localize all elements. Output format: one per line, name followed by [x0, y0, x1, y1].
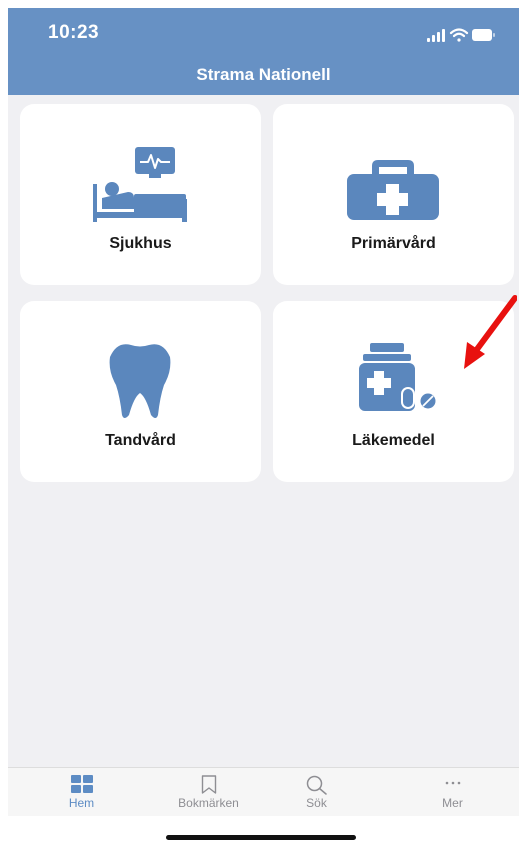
category-grid: Sjukhus Primärvård Tandvård Läkemedel	[8, 95, 519, 767]
wifi-icon	[449, 28, 469, 42]
status-icons	[427, 28, 495, 42]
tab-label: Mer	[442, 796, 463, 810]
app-header: 10:23 Strama Nationell	[8, 8, 519, 95]
status-time: 10:23	[48, 22, 100, 43]
search-icon	[306, 775, 327, 795]
tab-hem[interactable]: Hem	[18, 768, 145, 816]
phone-screen: 10:23 Strama Nationell Sjukhus Primärvår…	[8, 8, 519, 816]
card-label: Primärvård	[351, 235, 436, 252]
annotation-arrow-icon	[464, 295, 517, 369]
medical-bag-icon	[347, 160, 439, 220]
battery-icon	[472, 29, 495, 41]
bookmark-icon	[201, 775, 216, 794]
category-card-primarvard[interactable]: Primärvård	[273, 104, 514, 285]
hospital-bed-monitor-icon	[93, 147, 187, 222]
home-indicator[interactable]	[166, 835, 356, 840]
category-card-tandvard[interactable]: Tandvård	[20, 301, 261, 482]
signal-icon	[427, 29, 445, 42]
card-label: Läkemedel	[352, 432, 435, 449]
tab-mer[interactable]: Mer	[389, 768, 516, 816]
category-card-sjukhus[interactable]: Sjukhus	[20, 104, 261, 285]
tab-label: Sök	[306, 796, 327, 810]
page-title: Strama Nationell	[196, 65, 331, 84]
grid-icon	[70, 775, 93, 793]
tab-bar: Hem Bokmärken Sök Mer	[8, 767, 519, 816]
card-label: Tandvård	[105, 432, 176, 449]
tab-label: Hem	[68, 796, 95, 810]
tooth-icon	[109, 344, 171, 418]
tab-sok[interactable]: Sök	[253, 768, 380, 816]
more-dots-icon	[445, 781, 460, 785]
card-label: Sjukhus	[109, 235, 172, 252]
